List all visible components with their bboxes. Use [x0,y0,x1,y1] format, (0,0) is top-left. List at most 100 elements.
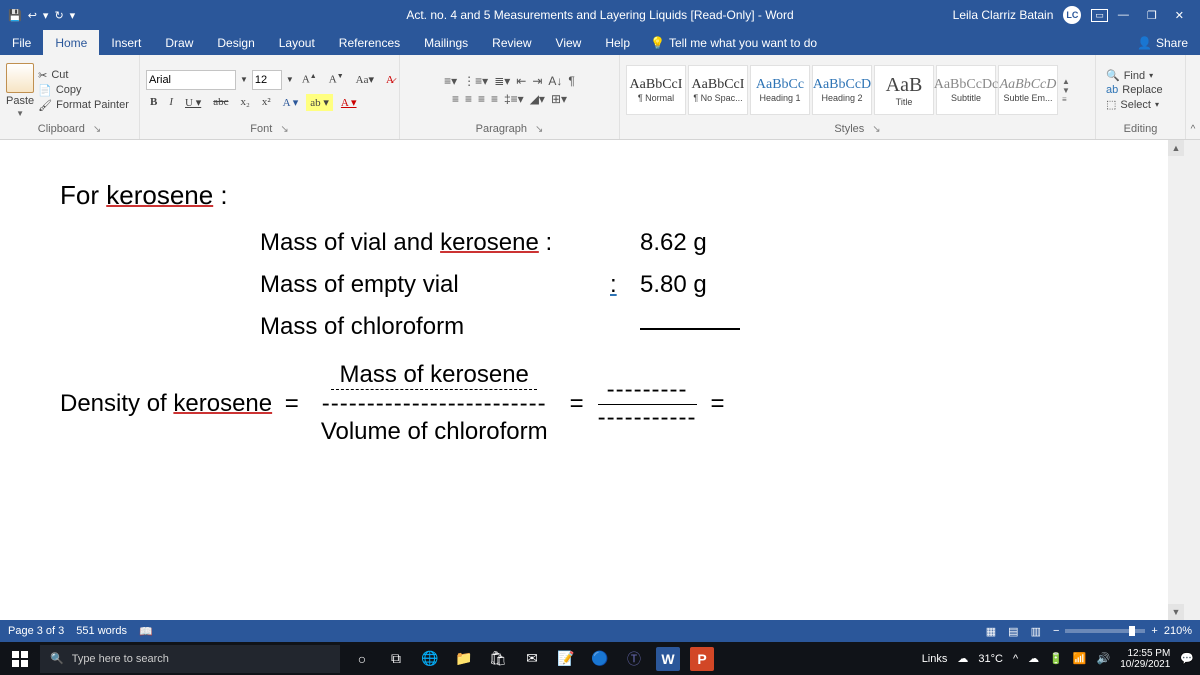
tab-review[interactable]: Review [480,30,543,55]
shrink-font-button[interactable]: A▼ [325,71,348,88]
change-case-button[interactable]: Aa▾ [352,71,378,88]
store-icon[interactable]: 🛍 [486,647,510,671]
numbering-button[interactable]: ⋮≡▾ [463,74,488,88]
whiteboard-icon[interactable]: 📝 [554,647,578,671]
word-count[interactable]: 551 words [76,625,127,637]
mail-icon[interactable]: ✉ [520,647,544,671]
style-heading2[interactable]: AaBbCcDHeading 2 [812,65,872,115]
volume-icon[interactable]: 🔊 [1097,652,1111,665]
tab-design[interactable]: Design [205,30,266,55]
style-subtle-em[interactable]: AaBbCcDSubtle Em... [998,65,1058,115]
powerpoint-icon[interactable]: P [690,647,714,671]
underline-button[interactable]: U ▾ [181,94,205,111]
strike-button[interactable]: abc [209,94,232,110]
edge-icon[interactable]: 🌐 [418,647,442,671]
clear-format-button[interactable]: A̷ [382,72,398,88]
subscript-button[interactable]: x₂ [237,94,254,110]
chevron-down-icon[interactable]: ▾ [43,9,49,22]
font-color-button[interactable]: A ▾ [337,94,361,111]
undo-icon[interactable]: ↩ [28,9,37,22]
tab-file[interactable]: File [0,30,43,55]
replace-button[interactable]: abReplace [1106,84,1163,96]
user-avatar[interactable]: LC [1063,6,1081,24]
align-left-button[interactable]: ≡ [452,92,459,106]
dialog-launcher-icon[interactable]: ↘ [872,124,880,135]
spell-check-icon[interactable]: 📖 [139,625,153,638]
onedrive-icon[interactable]: ☁ [1028,652,1039,665]
dialog-launcher-icon[interactable]: ↘ [535,124,543,135]
style-no-spacing[interactable]: AaBbCcI¶ No Spac... [688,65,748,115]
notifications-icon[interactable]: 💬 [1180,652,1194,665]
page-indicator[interactable]: Page 3 of 3 [8,625,64,637]
highlight-button[interactable]: ab ▾ [306,94,333,111]
wifi-icon[interactable]: 📶 [1073,652,1087,665]
tab-insert[interactable]: Insert [99,30,153,55]
read-mode-icon[interactable]: ▦ [986,625,996,638]
close-button[interactable]: ✕ [1175,9,1184,22]
tab-layout[interactable]: Layout [267,30,327,55]
tab-draw[interactable]: Draw [153,30,205,55]
tab-references[interactable]: References [327,30,412,55]
tab-home[interactable]: Home [43,30,99,55]
italic-button[interactable]: I [165,94,177,110]
cortana-icon[interactable]: ○ [350,647,374,671]
style-title[interactable]: AaBTitle [874,65,934,115]
redo-icon[interactable]: ↻ [54,9,63,22]
tab-help[interactable]: Help [593,30,642,55]
minimize-button[interactable]: — [1118,9,1129,22]
collapse-ribbon-button[interactable]: ^ [1186,55,1200,139]
cut-button[interactable]: ✂Cut [38,69,129,82]
chevron-down-icon[interactable]: ▼ [286,75,294,84]
zoom-slider[interactable] [1065,629,1145,633]
task-view-icon[interactable]: ⧉ [384,647,408,671]
select-button[interactable]: ⬚Select▾ [1106,98,1159,111]
tell-me[interactable]: 💡 Tell me what you want to do [650,36,817,50]
multilevel-button[interactable]: ≣▾ [494,74,510,88]
autosave-icon[interactable]: 💾 [8,9,22,22]
dialog-launcher-icon[interactable]: ↘ [280,124,288,135]
customize-qat-icon[interactable]: ▾ [70,9,76,22]
file-explorer-icon[interactable]: 📁 [452,647,476,671]
zoom-in-icon[interactable]: + [1151,625,1157,637]
tray-expand-icon[interactable]: ^ [1013,653,1018,665]
chrome-icon[interactable]: 🔵 [588,647,612,671]
align-right-button[interactable]: ≡ [478,92,485,106]
increase-indent-button[interactable]: ⇥ [532,74,542,88]
vertical-scrollbar[interactable]: ▲ ▼ [1168,140,1184,620]
tab-mailings[interactable]: Mailings [412,30,480,55]
style-heading1[interactable]: AaBbCcHeading 1 [750,65,810,115]
zoom-out-icon[interactable]: − [1053,625,1059,637]
borders-button[interactable]: ⊞▾ [551,92,567,106]
tab-view[interactable]: View [544,30,594,55]
zoom-level[interactable]: 210% [1164,625,1192,637]
scroll-down-icon[interactable]: ▼ [1168,604,1184,620]
styles-gallery-expand[interactable]: ▲▼≡ [1062,77,1070,104]
maximize-button[interactable]: ❐ [1147,9,1157,22]
line-spacing-button[interactable]: ‡≡▾ [504,92,524,106]
links-label[interactable]: Links [922,653,948,665]
find-button[interactable]: 🔍Find▾ [1106,69,1153,82]
chevron-down-icon[interactable]: ▼ [240,75,248,84]
copy-button[interactable]: 📄Copy [38,84,129,97]
share-button[interactable]: 👤 Share [1137,36,1200,50]
taskbar-search[interactable]: 🔍 Type here to search [40,645,340,673]
web-layout-icon[interactable]: ▥ [1031,625,1041,638]
bold-button[interactable]: B [146,94,161,110]
align-center-button[interactable]: ≡ [465,92,472,106]
show-marks-button[interactable]: ¶ [568,74,574,88]
grow-font-button[interactable]: A▲ [298,71,321,88]
justify-button[interactable]: ≡ [491,92,498,106]
word-icon[interactable]: W [656,647,680,671]
sort-button[interactable]: A↓ [548,74,562,88]
ribbon-display-icon[interactable]: ▭ [1091,9,1108,22]
shading-button[interactable]: ◢▾ [530,92,545,106]
document-area[interactable]: For kerosene : Mass of vial and kerosene… [0,140,1200,620]
battery-icon[interactable]: 🔋 [1049,652,1063,665]
style-subtitle[interactable]: AaBbCcDcSubtitle [936,65,996,115]
font-size-input[interactable] [252,70,282,90]
user-name[interactable]: Leila Clarriz Batain [953,8,1054,22]
superscript-button[interactable]: x² [258,94,275,110]
zoom-control[interactable]: − + 210% [1053,625,1192,637]
teams-icon[interactable]: Ⓣ [622,647,646,671]
bullets-button[interactable]: ≡▾ [444,74,457,88]
